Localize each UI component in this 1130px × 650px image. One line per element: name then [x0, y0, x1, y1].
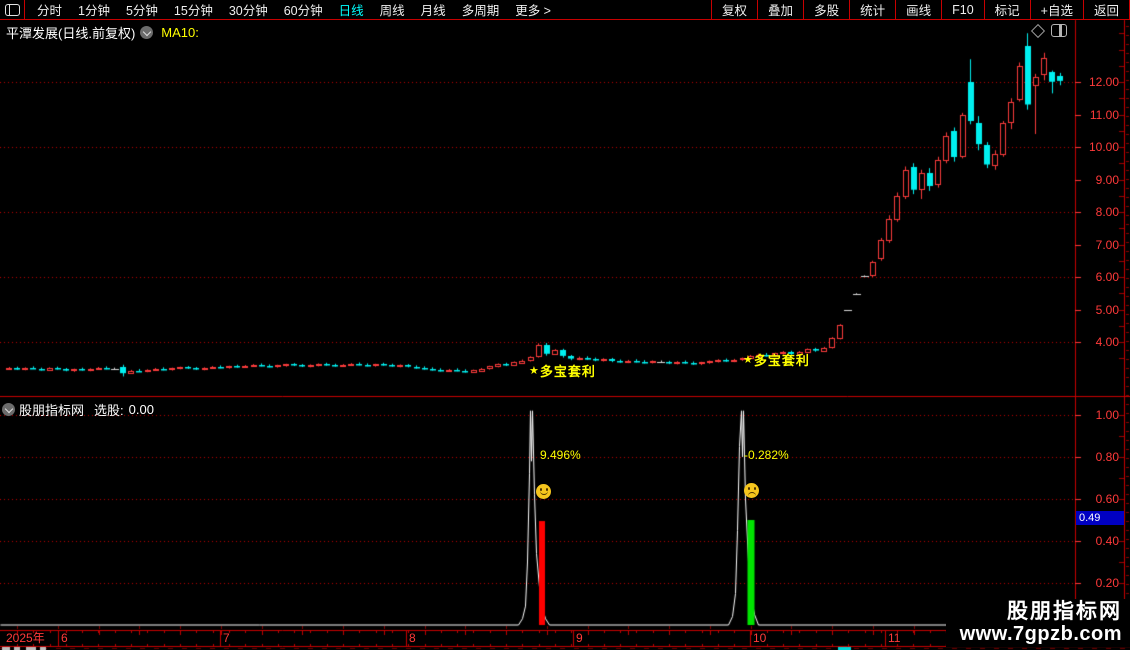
toolbar-item[interactable]: 返回	[1082, 0, 1129, 19]
year-label: 2025年	[6, 631, 45, 645]
watermark: 股朋指标网 www.7gpzb.com	[945, 599, 1130, 647]
toolbar-item[interactable]: 标记	[983, 0, 1030, 19]
toolbar-item[interactable]: 叠加	[757, 0, 803, 19]
price-axis-label: 10.00	[1088, 140, 1119, 154]
star-icon: ★	[743, 354, 753, 366]
indicator-source-label: 股朋指标网	[19, 403, 85, 418]
main-chart-header: 平潭发展(日线.前复权) MA10:	[6, 23, 199, 42]
selection-field-label: 选股:	[94, 403, 124, 418]
right-toolbar: 复权 叠加 多股 统计 画线 F10 标记 +自选 返回	[711, 0, 1130, 19]
toolbar-item[interactable]: 复权	[711, 0, 757, 19]
timeframe-item[interactable]: 30分钟	[221, 0, 276, 19]
current-value-badge: 0.49	[1076, 511, 1124, 525]
sub-collapse-chevron-icon[interactable]	[2, 403, 15, 416]
sad-face-icon	[744, 483, 759, 498]
signal-annotation: ★ 多宝套利	[743, 350, 810, 369]
signal-percent-label: 9.496%	[540, 448, 581, 462]
month-label: 8	[409, 631, 416, 645]
timeframe-item[interactable]: 5分钟	[118, 0, 166, 19]
price-axis-label: 8.00	[1095, 205, 1119, 219]
timeframe-item[interactable]: 日线	[331, 0, 372, 19]
month-label: 10	[753, 631, 767, 645]
month-label: 11	[888, 631, 901, 645]
indicator-axis-label: 0.80	[1095, 450, 1119, 464]
indicator-axis-label: 1.00	[1095, 408, 1119, 422]
price-axis-label: 11.00	[1089, 107, 1119, 122]
annotation-label: 多宝套利	[539, 364, 596, 379]
chart-canvas[interactable]	[0, 0, 1130, 650]
watermark-site-name: 股朋指标网	[1007, 600, 1122, 623]
price-axis-label: 7.00	[1095, 237, 1119, 252]
price-axis-label: 12.00	[1088, 75, 1119, 89]
top-toolbar: 分时 1分钟 5分钟 15分钟 30分钟 60分钟 日线 周线 月线 多周期 更多 > 复权 叠加 多股…	[0, 0, 1130, 20]
timeframe-item[interactable]: 分时	[29, 0, 70, 19]
chart-tools	[1030, 23, 1067, 38]
watermark-url: www.7gpzb.com	[959, 623, 1122, 645]
ma-indicator-label: MA10:	[161, 25, 199, 40]
month-label: 7	[223, 631, 230, 645]
timeframe-item[interactable]: 月线	[413, 0, 454, 19]
collapse-chevron-icon[interactable]	[140, 26, 154, 39]
price-axis-label: 4.00	[1095, 335, 1119, 349]
month-label: 9	[576, 631, 583, 645]
timeframe-item[interactable]: 1分钟	[70, 0, 118, 19]
signal-annotation: ★ 多宝套利	[529, 361, 596, 380]
toolbar-item[interactable]: 画线	[895, 0, 941, 19]
selection-field-value: 0.00	[128, 402, 154, 417]
toolbar-item[interactable]: 统计	[849, 0, 895, 19]
timeframe-menu: 分时 1分钟 5分钟 15分钟 30分钟 60分钟 日线 周线 月线 多周期 更多 >	[25, 0, 559, 19]
timeframe-item[interactable]: 15分钟	[166, 0, 221, 19]
diamond-marker-icon[interactable]	[1030, 23, 1046, 38]
indicator-axis-label: 0.60	[1095, 492, 1119, 506]
price-axis-label: 9.00	[1095, 172, 1119, 187]
annotation-label: 多宝套利	[753, 353, 810, 368]
indicator-axis-label: 0.20	[1095, 576, 1119, 590]
window-icon	[4, 3, 20, 16]
toolbar-item[interactable]: F10	[941, 0, 984, 19]
panel-layout-icon[interactable]	[1051, 24, 1067, 37]
smiley-face-icon	[536, 484, 551, 499]
price-axis-label: 6.00	[1095, 270, 1119, 284]
indicator-axis-label: 0.40	[1095, 534, 1119, 548]
star-icon: ★	[529, 365, 539, 377]
timeframe-item[interactable]: 60分钟	[276, 0, 331, 19]
timeframe-item[interactable]: 更多 >	[507, 0, 559, 19]
timeframe-item[interactable]: 多周期	[454, 0, 508, 19]
timeframe-item[interactable]: 周线	[372, 0, 413, 19]
price-axis-label: 5.00	[1095, 302, 1119, 317]
sub-panel-header: 股朋指标网 选股: 0.00	[2, 400, 154, 419]
month-label: 6	[61, 631, 68, 645]
toolbar-item[interactable]: 多股	[803, 0, 849, 19]
signal-percent-label: -0.282%	[744, 448, 789, 462]
toolbar-item[interactable]: +自选	[1029, 0, 1083, 19]
window-toggle-button[interactable]	[0, 0, 25, 19]
stock-title: 平潭发展(日线.前复权)	[6, 26, 136, 41]
